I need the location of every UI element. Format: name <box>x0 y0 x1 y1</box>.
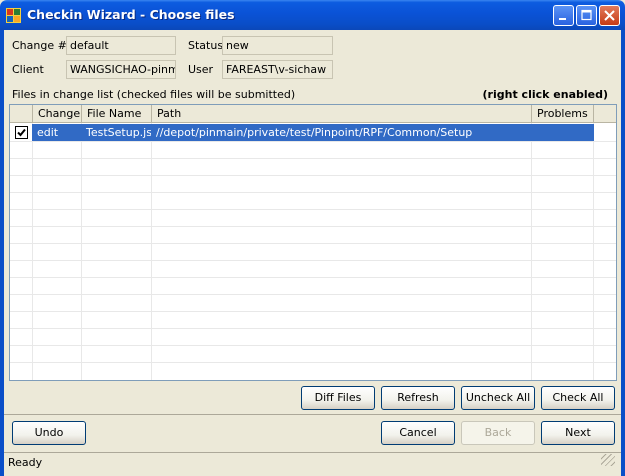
column-header-check[interactable] <box>10 105 33 123</box>
check-all-button[interactable]: Check All <box>541 386 615 410</box>
app-icon <box>6 8 21 23</box>
window-frame-left <box>0 30 4 476</box>
status-text: Ready <box>8 456 43 469</box>
grid-line <box>10 158 616 159</box>
grid-line <box>10 260 616 261</box>
cancel-button[interactable]: Cancel <box>381 421 455 445</box>
column-header-problems[interactable]: Problems <box>532 105 594 123</box>
grid-line <box>10 243 616 244</box>
user-label: User <box>188 63 214 76</box>
close-button[interactable] <box>599 5 620 26</box>
grid-line <box>10 328 616 329</box>
status-bar: Ready <box>4 452 621 472</box>
uncheck-all-button[interactable]: Uncheck All <box>461 386 535 410</box>
grid-line <box>10 294 616 295</box>
change-label: Change # <box>12 39 67 52</box>
grid-line <box>32 123 33 380</box>
column-header-change[interactable]: Change <box>33 105 82 123</box>
right-click-hint: (right click enabled) <box>482 88 608 101</box>
grid-line <box>81 123 82 380</box>
row-checkbox[interactable] <box>15 126 28 139</box>
grid-line <box>10 209 616 210</box>
grid-line <box>10 141 616 142</box>
files-caption: Files in change list (checked files will… <box>12 88 296 101</box>
resize-grip-icon[interactable] <box>601 454 615 466</box>
column-header-file-name[interactable]: File Name <box>82 105 152 123</box>
window-frame-right <box>621 30 625 476</box>
client-label: Client <box>12 63 44 76</box>
user-field: FAREAST\v-sichaw <box>222 60 333 79</box>
grid-line <box>10 175 616 176</box>
cell-problems <box>532 124 593 141</box>
grid-line <box>531 123 532 380</box>
cell-change: edit <box>37 126 59 139</box>
grid-line <box>10 362 616 363</box>
grid-line <box>151 123 152 380</box>
grid-line <box>10 311 616 312</box>
next-button[interactable]: Next <box>541 421 615 445</box>
title-bar[interactable]: Checkin Wizard - Choose files <box>0 0 625 30</box>
column-header-path[interactable]: Path <box>152 105 532 123</box>
column-header-filler <box>594 105 616 123</box>
diff-files-button[interactable]: Diff Files <box>301 386 375 410</box>
grid-line <box>593 123 594 380</box>
refresh-button[interactable]: Refresh <box>381 386 455 410</box>
status-field: new <box>222 36 333 55</box>
maximize-icon <box>581 9 592 21</box>
cell-path: //depot/pinmain/private/test/Pinpoint/RP… <box>156 126 473 139</box>
window-title: Checkin Wizard - Choose files <box>27 7 235 22</box>
grid-line <box>10 192 616 193</box>
minimize-icon <box>559 18 566 20</box>
separator <box>4 414 621 415</box>
client-field: WANGSICHAO-pinma <box>66 60 176 79</box>
files-list[interactable]: Change File Name Path Problems edit Test… <box>9 104 617 381</box>
status-label: Status <box>188 39 224 52</box>
close-icon <box>604 10 615 21</box>
checkmark-icon <box>17 128 26 137</box>
undo-button[interactable]: Undo <box>12 421 86 445</box>
minimize-button[interactable] <box>553 5 574 26</box>
back-button[interactable]: Back <box>461 421 535 445</box>
cell-file-name: TestSetup.js <box>86 126 151 139</box>
grid-line <box>10 226 616 227</box>
grid-line <box>10 345 616 346</box>
maximize-button[interactable] <box>576 5 597 26</box>
change-field: default <box>66 36 176 55</box>
grid-line <box>10 277 616 278</box>
